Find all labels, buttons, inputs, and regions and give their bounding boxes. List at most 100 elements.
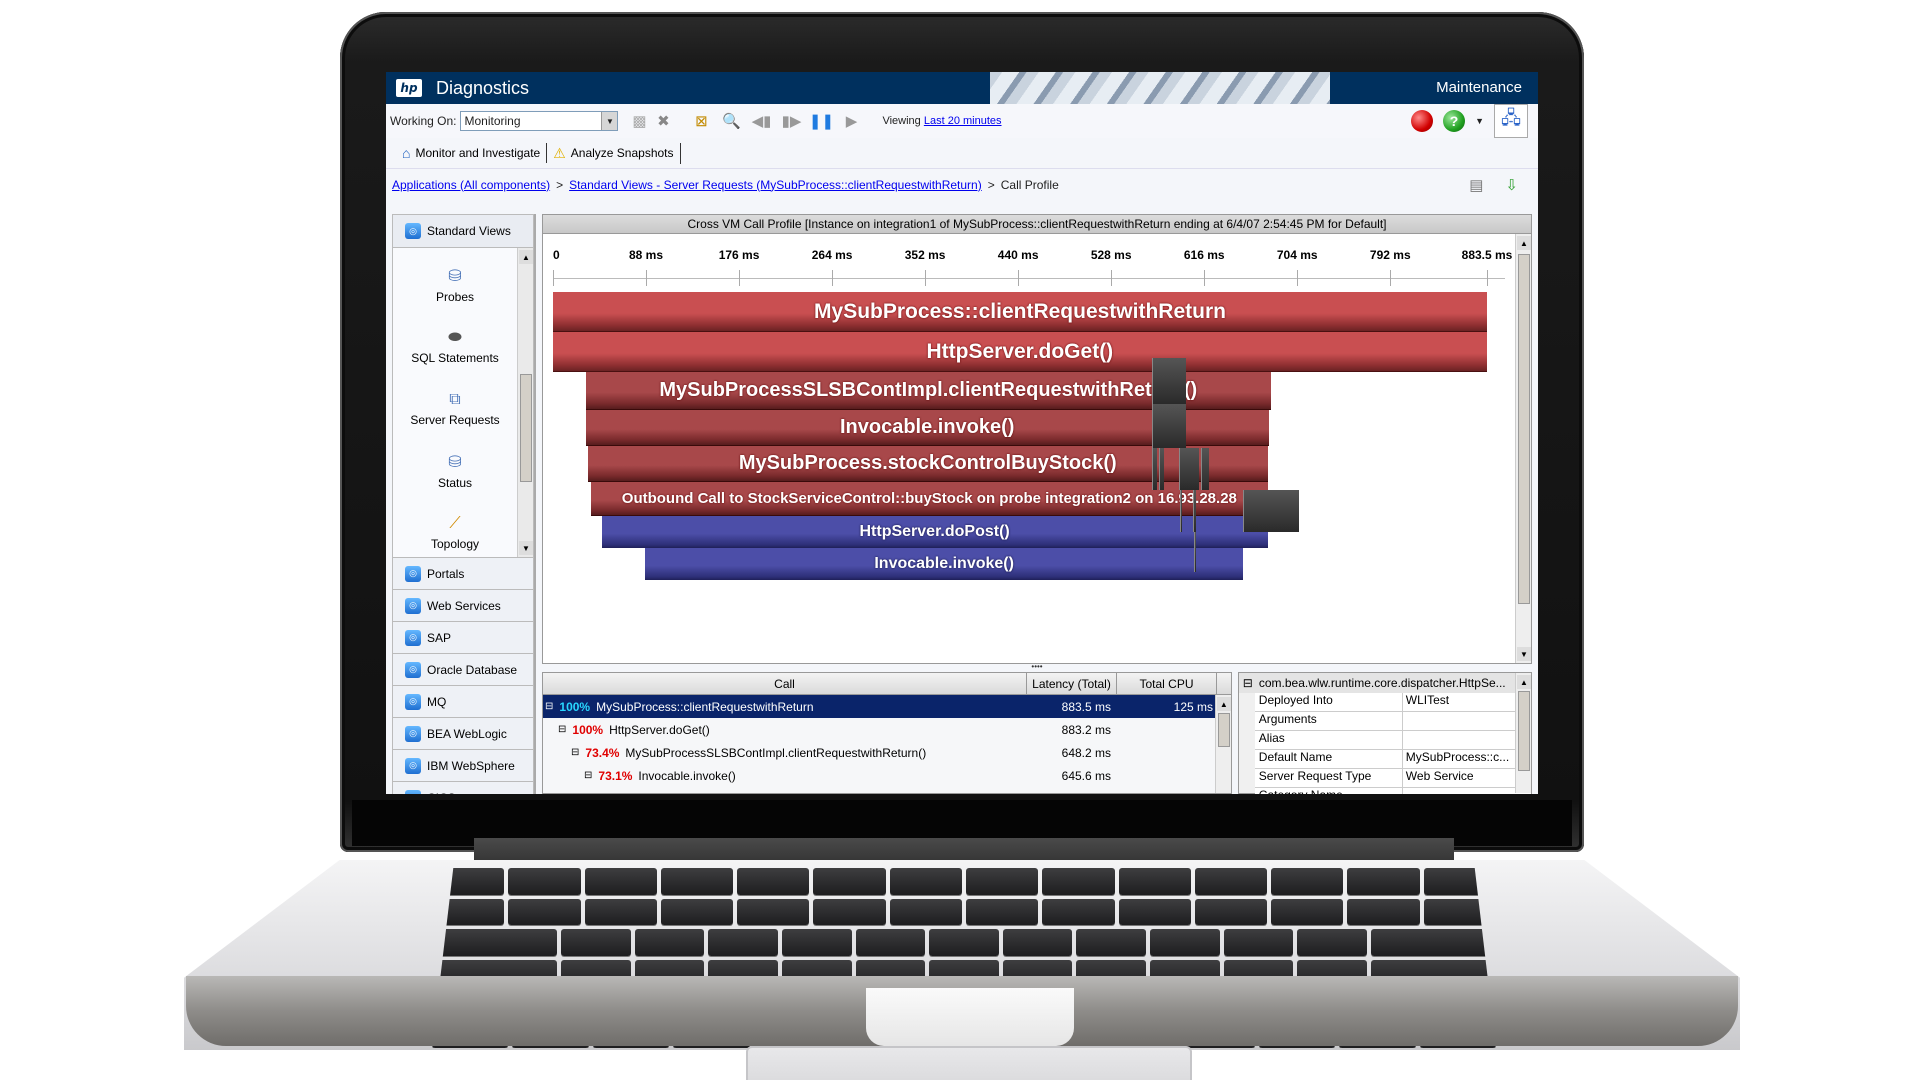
keyboard-key — [813, 868, 886, 895]
mini-call-bar — [1193, 490, 1196, 532]
play-icon[interactable]: ▶ — [842, 112, 860, 130]
connection-button[interactable]: 🖧 — [1494, 104, 1528, 138]
tab-label: Analyze Snapshots — [570, 146, 674, 160]
chevron-down-icon[interactable]: ▼ — [601, 112, 618, 130]
property-row[interactable]: Alias — [1254, 731, 1531, 750]
property-row[interactable]: Arguments — [1254, 712, 1531, 731]
call-bar[interactable]: Invocable.invoke() — [644, 548, 1244, 580]
call-bar[interactable]: MySubProcess.stockControlBuyStock() — [587, 446, 1268, 482]
tick-mark — [553, 270, 554, 286]
keyboard-key — [660, 898, 734, 926]
call-bar[interactable]: MySubProcess::clientRequestwithReturn — [553, 292, 1487, 332]
table-row[interactable]: ⊟ 73.1% Invocable.invoke() 645.6 ms — [543, 764, 1231, 787]
canvas-scrollbar[interactable]: ▲ ▼ — [1515, 234, 1531, 663]
keyboard-key — [1150, 929, 1220, 956]
tick-label: 616 ms — [1183, 248, 1225, 262]
call-name: MySubProcess::clientRequestwithReturn — [596, 699, 814, 714]
mini-call-bar — [1201, 448, 1209, 490]
sidebar-item-status[interactable]: ⛁ Status — [393, 440, 517, 502]
sidebar-category[interactable]: ◎ Oracle Database — [392, 654, 534, 686]
latency-value: 883.5 ms — [1061, 699, 1111, 714]
properties-scrollbar[interactable]: ▲ — [1515, 673, 1531, 793]
scroll-thumb[interactable] — [1518, 254, 1530, 604]
sidebar-scrollbar[interactable]: ▲ ▼ — [517, 248, 533, 557]
call-bar[interactable]: Outbound Call to StockServiceControl::bu… — [591, 482, 1268, 516]
mini-call-bar — [1243, 490, 1299, 532]
call-bar[interactable]: HttpServer.doGet() — [553, 332, 1487, 372]
sidebar-category-label: Oracle Database — [427, 662, 518, 677]
sidebar-item-label: Server Requests — [410, 413, 500, 427]
call-name: MySubProcessSLSBContImpl.clientRequestwi… — [625, 745, 927, 760]
scroll-up-icon[interactable]: ▲ — [1517, 236, 1531, 250]
close-icon[interactable]: ✖ — [654, 112, 672, 130]
time-range-link[interactable]: Last 20 minutes — [924, 115, 1002, 127]
breadcrumb-server-requests[interactable]: Standard Views - Server Requests (MySubP… — [569, 178, 982, 192]
table-row[interactable]: ┄ 0% MySubProcess.clientRequestwithReturn(… — [543, 787, 1231, 795]
sidebar-category[interactable]: ◎ Web Services — [392, 590, 534, 622]
sidebar-item-sql-statements[interactable]: ⬬ SQL Statements — [393, 316, 517, 378]
property-row[interactable]: Server Request Type Web Service — [1254, 769, 1531, 788]
pause-icon[interactable]: ❚❚ — [809, 112, 834, 130]
property-value: MySubProcess::c... — [1405, 750, 1510, 764]
tick-label: 264 ms — [811, 248, 853, 262]
sidebar-category[interactable]: ◎ IBM WebSphere — [392, 750, 534, 782]
breadcrumb-applications[interactable]: Applications (All components) — [392, 178, 550, 192]
scroll-thumb[interactable] — [1217, 713, 1230, 747]
zoom-out-icon[interactable]: 🔍 — [722, 112, 741, 130]
property-row[interactable]: Default Name MySubProcess::c... — [1254, 750, 1531, 769]
sidebar-category[interactable]: ◎ CICS — [392, 782, 534, 794]
view-icon: ◎ — [405, 725, 421, 742]
help-dropdown-icon[interactable]: ▼ — [1475, 116, 1484, 126]
sidebar-item-probes[interactable]: ⛁ Probes — [393, 254, 517, 316]
sidebar-item-server-requests[interactable]: ⧉ Server Requests — [393, 378, 517, 440]
working-on-select[interactable]: Monitoring ▼ — [460, 111, 619, 131]
properties-header[interactable]: ⊟ com.bea.wlw.runtime.core.dispatcher.Ht… — [1238, 673, 1531, 693]
collapse-icon[interactable]: ⊟ — [558, 724, 566, 735]
sidebar-category[interactable]: ◎ BEA WebLogic — [392, 718, 534, 750]
fit-icon[interactable]: ⊠ — [692, 112, 710, 130]
collapse-icon[interactable]: ⊟ — [584, 770, 592, 781]
collapse-icon[interactable]: ⊟ — [1243, 676, 1253, 690]
export-icon[interactable]: ⇩ — [1505, 176, 1518, 194]
database-icon: ⬬ — [448, 329, 462, 346]
column-call[interactable]: Call — [543, 673, 1027, 694]
call-table: Call Latency (Total) Total CPU ⊟ 100% MySu… — [542, 672, 1232, 794]
tab-monitor-investigate[interactable]: ⌂ Monitor and Investigate — [396, 143, 548, 163]
table-row[interactable]: ⊟ 73.4% MySubProcessSLSBContImpl.clientReq… — [543, 741, 1231, 764]
call-bar[interactable]: HttpServer.doPost() — [601, 516, 1268, 548]
scroll-up-icon[interactable]: ▲ — [1517, 675, 1531, 689]
splitter-handle[interactable]: •••• — [542, 663, 1532, 672]
mini-call-bar — [1152, 404, 1186, 448]
sidebar-item-topology[interactable]: ⟋ Topology — [393, 502, 517, 564]
print-icon[interactable]: ▤ — [1469, 176, 1483, 194]
sidebar-category[interactable]: ◎ SAP — [392, 622, 534, 654]
tick-label: 528 ms — [1090, 248, 1132, 262]
step-back-icon[interactable]: ◀▮ — [752, 112, 772, 130]
property-row[interactable]: Deployed Into WLITest — [1254, 693, 1531, 712]
scroll-down-icon[interactable]: ▼ — [519, 541, 533, 555]
table-scrollbar[interactable]: ▲ — [1214, 695, 1231, 793]
tab-analyze-snapshots[interactable]: ⚠ Analyze Snapshots — [547, 142, 681, 164]
column-latency[interactable]: Latency (Total) — [1027, 673, 1117, 694]
sidebar-header[interactable]: ◎ Standard Views — [392, 214, 534, 248]
help-icon[interactable]: ? — [1443, 110, 1466, 132]
screen-icon[interactable]: ▩ — [630, 112, 648, 130]
column-total-cpu[interactable]: Total CPU — [1117, 673, 1217, 694]
collapse-icon[interactable]: ⊟ — [571, 747, 579, 758]
breadcrumb-separator: > — [556, 177, 564, 192]
scroll-thumb[interactable] — [520, 374, 532, 482]
scroll-thumb[interactable] — [1518, 691, 1530, 771]
tick-mark — [1297, 270, 1299, 286]
keyboard-key — [737, 898, 810, 926]
scroll-up-icon[interactable]: ▲ — [1216, 697, 1231, 711]
collapse-icon[interactable]: ⊟ — [545, 701, 553, 712]
property-row[interactable]: Category Name — [1254, 788, 1531, 794]
table-row[interactable]: ⊟ 100% HttpServer.doGet() 883.2 ms — [543, 718, 1231, 741]
scroll-up-icon[interactable]: ▲ — [519, 250, 533, 264]
alarm-icon[interactable] — [1411, 110, 1434, 132]
step-forward-icon[interactable]: ▮▶ — [782, 112, 802, 130]
sidebar-category[interactable]: ◎ MQ — [392, 686, 534, 718]
table-row[interactable]: ⊟ 100% MySubProcess::clientRequestwithRetu… — [543, 695, 1231, 718]
scroll-down-icon[interactable]: ▼ — [1517, 647, 1531, 661]
maintenance-link[interactable]: Maintenance — [1436, 79, 1522, 96]
